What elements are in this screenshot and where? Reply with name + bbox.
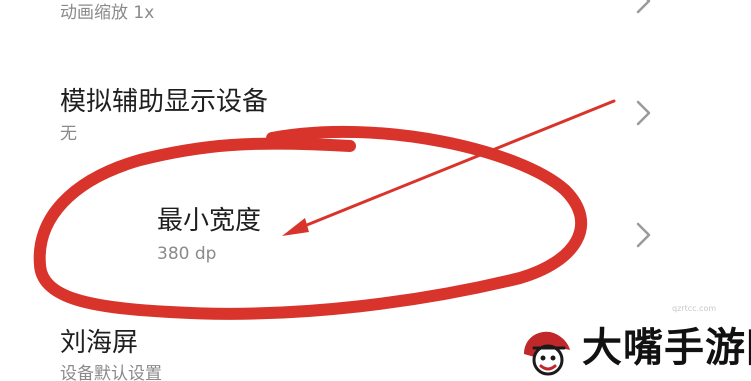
animation-scale-value: 动画缩放 1x [60, 3, 155, 23]
secondary-display-title: 模拟辅助显示设备 [60, 87, 269, 117]
secondary-display-value: 无 [60, 124, 77, 144]
dazui-logo-icon [524, 331, 570, 376]
watermark-brand: 大嘴手游网 [582, 325, 751, 371]
smallest-width-value: 380 dp [157, 244, 217, 264]
chevron-right-icon [636, 222, 651, 248]
chevron-right-icon [636, 0, 651, 14]
notch-value: 设备默认设置 [60, 364, 162, 381]
settings-item-secondary-display[interactable]: 模拟辅助显示设备 无 [0, 80, 751, 150]
watermark-url: qzrtcc.com [672, 304, 717, 313]
settings-item-animation-scale[interactable]: 动画缩放 1x [0, 0, 751, 40]
settings-screen: 动画缩放 1x 模拟辅助显示设备 无 最小宽度 380 dp 刘海屏 设备默认设… [0, 0, 751, 381]
smallest-width-title: 最小宽度 [157, 206, 262, 236]
settings-item-smallest-width[interactable]: 最小宽度 380 dp [0, 195, 751, 275]
notch-title: 刘海屏 [60, 328, 139, 358]
watermark: 大嘴手游网 [520, 322, 751, 381]
chevron-right-icon [636, 100, 651, 126]
